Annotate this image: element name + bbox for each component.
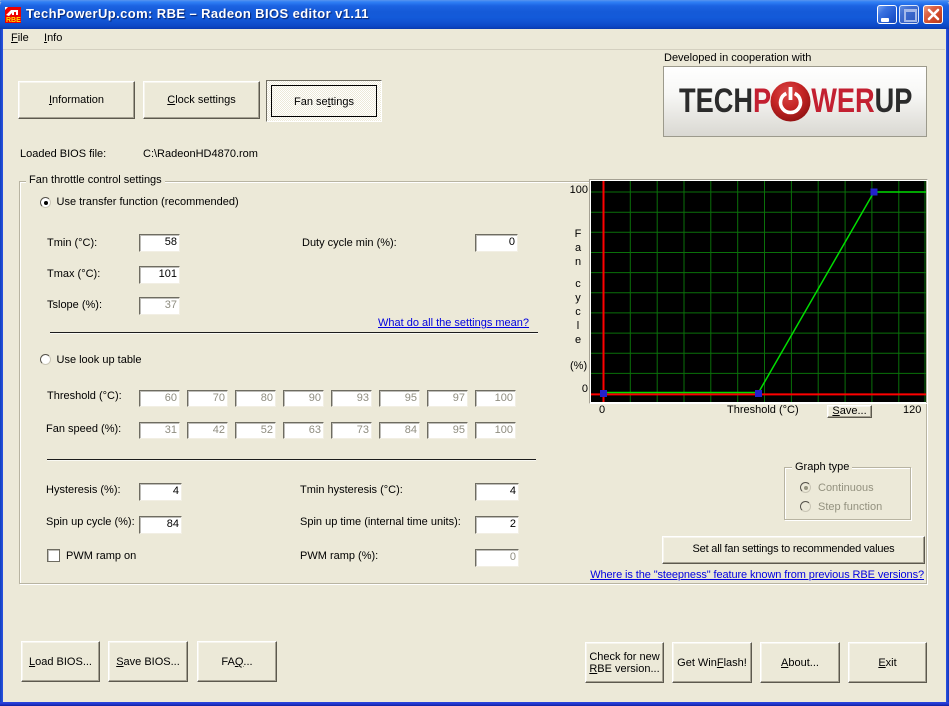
svg-text:RBE: RBE	[6, 17, 21, 23]
